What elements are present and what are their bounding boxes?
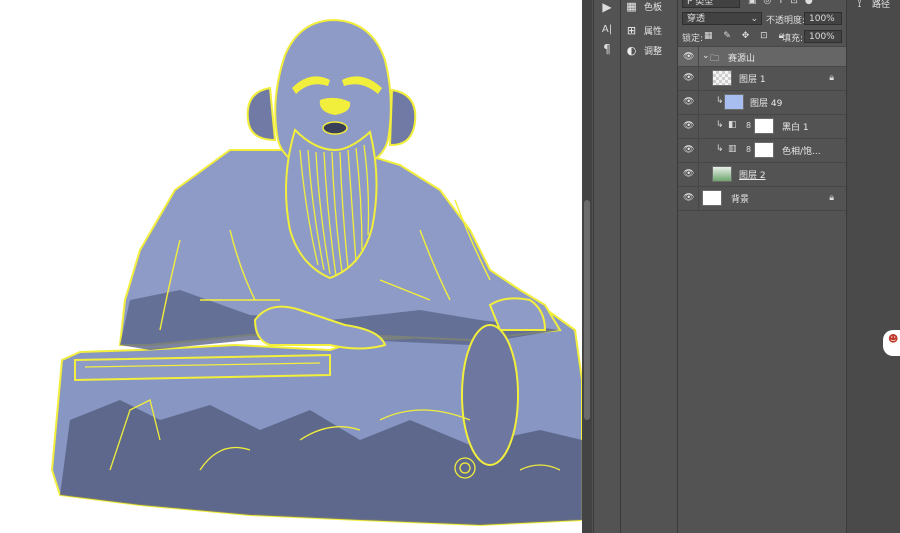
tab-swatches-label: 色板 — [644, 3, 663, 13]
mascot-icon: ☻ — [888, 334, 899, 345]
properties-icon: ⊞ — [626, 24, 637, 37]
visibility-eye-icon[interactable]: 👁︎ — [683, 52, 694, 62]
paragraph-icon[interactable]: ¶ — [594, 42, 620, 56]
divider — [698, 67, 699, 90]
layer-row[interactable]: 👁︎ ↳ 图层 49 — [678, 90, 846, 114]
tab-adjustments[interactable]: ◐ 调整 — [625, 44, 662, 57]
character-icon[interactable]: A| — [594, 24, 620, 35]
group-chevron-icon[interactable]: ⌄ — [702, 51, 710, 61]
layer-row[interactable]: 👁︎ ↳ ▥ 8 色相/饱... — [678, 138, 846, 162]
layer-thumbnail — [724, 94, 744, 110]
fill-field[interactable]: 100% — [804, 30, 842, 43]
lock-icon: 🔒︎ — [829, 73, 834, 83]
folder-icon: 🗀 — [710, 54, 720, 64]
clipping-arrow-icon: ↳ — [716, 144, 724, 154]
layer-name: 图层 1 — [739, 75, 766, 85]
layer-mask-thumbnail — [754, 142, 774, 158]
layer-name: 背景 — [731, 195, 750, 205]
tab-swatches[interactable]: ▦ 色板 — [625, 0, 662, 13]
lock-label: 锁定: — [682, 34, 704, 44]
layer-row[interactable]: 👁︎ 背景 🔒︎ — [678, 186, 846, 210]
tab-properties[interactable]: ⊞ 属性 — [625, 24, 662, 37]
tab-paths-label: 路径 — [872, 0, 891, 10]
hue-saturation-adjustment-icon: ▥ — [728, 144, 737, 154]
layers-panel: P 类型 ▣ ◎ T ⊡ ● 穿透 ⌄ 不透明度: 100% 锁定: ▦ ✎ ✥… — [677, 0, 846, 533]
paths-icon: ⟟ — [857, 0, 862, 10]
layer-thumbnail — [702, 190, 722, 206]
visibility-eye-icon[interactable]: 👁︎ — [683, 145, 694, 155]
divider — [698, 91, 699, 114]
lock-icon: 🔒︎ — [829, 193, 834, 203]
visibility-eye-icon[interactable]: 👁︎ — [683, 121, 694, 131]
layer-filter-select[interactable]: P 类型 — [682, 0, 740, 8]
layer-name: 色相/饱... — [782, 147, 821, 157]
clipping-arrow-icon: ↳ — [716, 120, 724, 130]
fill-label: 填充: — [782, 34, 804, 44]
play-icon[interactable]: ▶ — [594, 0, 620, 14]
layer-name: 黑白 1 — [782, 123, 809, 133]
visibility-eye-icon[interactable]: 👁︎ — [683, 73, 694, 83]
scrollbar-thumb[interactable] — [584, 200, 590, 420]
layer-row[interactable]: 👁︎ ↳ ◧ 8 黑白 1 — [678, 114, 846, 138]
visibility-eye-icon[interactable]: 👁︎ — [683, 97, 694, 107]
divider — [698, 139, 699, 162]
right-panel-strip: ⟟ 路径 ☻ — [846, 0, 900, 533]
visibility-eye-icon[interactable]: 👁︎ — [683, 193, 694, 203]
lock-icons[interactable]: ▦ ✎ ✥ ⊡ 🔒︎ — [704, 31, 787, 41]
tab-paths[interactable]: ⟟ 路径 — [853, 0, 890, 10]
adjustments-icon: ◐ — [626, 44, 637, 57]
layer-thumbnail — [712, 166, 732, 182]
statue-illustration — [50, 18, 582, 527]
divider — [678, 210, 846, 211]
divider — [698, 115, 699, 138]
layer-thumbnail — [712, 70, 732, 86]
document-canvas[interactable] — [0, 0, 582, 533]
blend-mode-select[interactable]: 穿透 ⌄ — [682, 12, 762, 25]
divider — [698, 163, 699, 186]
black-white-adjustment-icon: ◧ — [728, 120, 737, 130]
layer-name: 图层 2 — [739, 171, 766, 181]
link-icon: 8 — [746, 121, 752, 130]
opacity-label: 不透明度: — [766, 16, 806, 26]
layer-name: 赛源山 — [728, 54, 756, 64]
tab-properties-label: 属性 — [644, 27, 663, 37]
tab-adjustments-label: 调整 — [644, 47, 663, 57]
layer-mask-thumbnail — [754, 118, 774, 134]
filter-icons[interactable]: ▣ ◎ T ⊡ ● — [748, 0, 815, 6]
chevron-down-icon: ⌄ — [750, 14, 758, 24]
layer-name: 图层 49 — [750, 99, 783, 109]
layer-row[interactable]: 👁︎ 图层 2 — [678, 162, 846, 186]
layer-row[interactable]: 👁︎ 图层 1 🔒︎ — [678, 66, 846, 90]
link-icon: 8 — [746, 145, 752, 154]
panel-tool-strip: ▶ A| ¶ — [593, 0, 620, 533]
floating-widget[interactable]: ☻ — [883, 330, 900, 356]
side-panel-tabs: ▦ 色板 ⊞ 属性 ◐ 调整 — [620, 0, 677, 533]
blend-mode-value: 穿透 — [687, 14, 706, 24]
canvas-vertical-scrollbar[interactable] — [582, 0, 592, 533]
visibility-eye-icon[interactable]: 👁︎ — [683, 169, 694, 179]
grid-icon: ▦ — [626, 0, 637, 13]
opacity-field[interactable]: 100% — [804, 12, 842, 25]
divider — [698, 187, 699, 210]
layer-row-group[interactable]: 👁︎ ⌄ 🗀 赛源山 — [678, 46, 846, 70]
clipping-arrow-icon: ↳ — [716, 96, 724, 106]
